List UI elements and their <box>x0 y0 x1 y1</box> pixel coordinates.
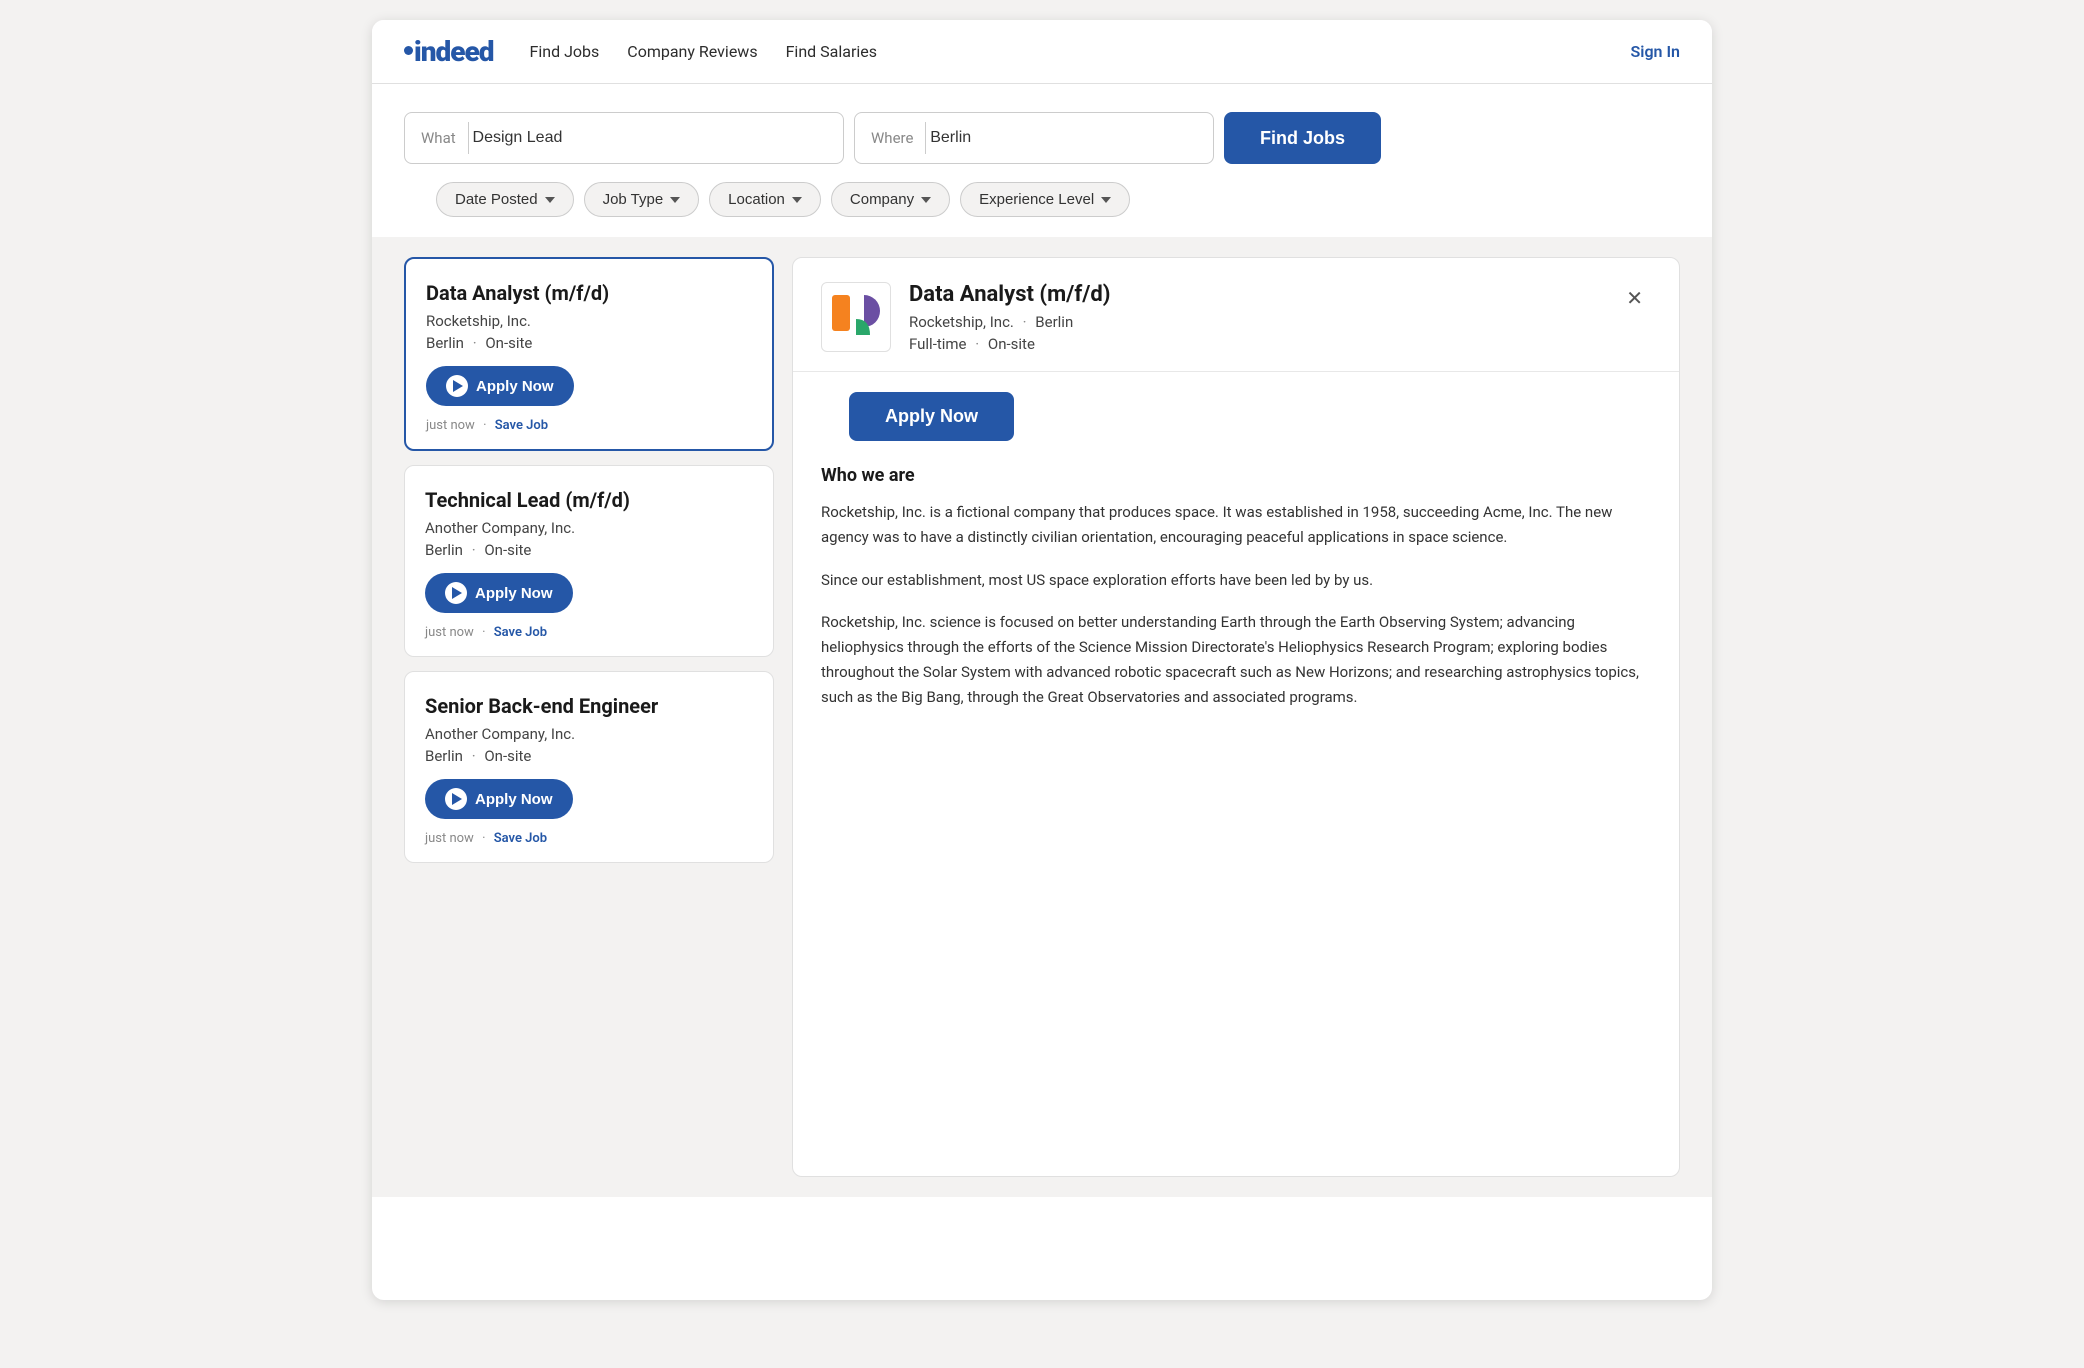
job-card-title-1: Data Analyst (m/f/d) <box>426 281 752 305</box>
apply-icon-2 <box>445 582 467 604</box>
date-posted-label: Date Posted <box>455 191 538 208</box>
search-divider-2 <box>925 122 926 154</box>
where-search-box: Where <box>854 112 1214 164</box>
apply-label-3: Apply Now <box>475 791 553 808</box>
job-card-location-3: Berlin · On-site <box>425 747 753 765</box>
what-input[interactable] <box>473 129 827 147</box>
filter-row: Date Posted Job Type Location Company Ex… <box>404 182 1680 237</box>
company-filter[interactable]: Company <box>831 182 950 217</box>
close-detail-button[interactable]: ✕ <box>1618 282 1651 315</box>
location-filter[interactable]: Location <box>709 182 821 217</box>
apply-now-button-3[interactable]: Apply Now <box>425 779 573 819</box>
job-detail-info: Data Analyst (m/f/d) Rocketship, Inc. · … <box>909 282 1110 353</box>
who-we-are-title: Who we are <box>821 465 1651 486</box>
job-type-filter[interactable]: Job Type <box>584 182 700 217</box>
what-search-box: What <box>404 112 844 164</box>
find-jobs-nav-link[interactable]: Find Jobs <box>530 42 600 61</box>
company-reviews-nav-link[interactable]: Company Reviews <box>627 42 757 61</box>
where-input[interactable] <box>930 129 1197 147</box>
job-detail-header: Data Analyst (m/f/d) Rocketship, Inc. · … <box>793 258 1679 372</box>
job-card-company-3: Another Company, Inc. <box>425 725 753 743</box>
job-detail-company: Rocketship, Inc. · Berlin <box>909 313 1110 331</box>
search-row: What Where Find Jobs <box>404 112 1680 164</box>
job-card-location-2: Berlin · On-site <box>425 541 753 559</box>
job-card-meta-3: just now · Save Job <box>425 831 753 846</box>
save-job-link-3[interactable]: Save Job <box>494 831 547 846</box>
apply-now-big-button[interactable]: Apply Now <box>849 392 1014 441</box>
company-label: Company <box>850 191 914 208</box>
apply-label-2: Apply Now <box>475 585 553 602</box>
job-card-location-1: Berlin · On-site <box>426 334 752 352</box>
where-label: Where <box>871 129 913 147</box>
search-divider <box>468 122 469 154</box>
chevron-down-icon-2 <box>670 197 680 203</box>
who-we-are-paragraph-3: Rocketship, Inc. science is focused on b… <box>821 610 1651 709</box>
apply-icon-1 <box>446 375 468 397</box>
location-label: Location <box>728 191 785 208</box>
job-detail-body: Who we are Rocketship, Inc. is a fiction… <box>793 441 1679 1176</box>
job-detail-title: Data Analyst (m/f/d) <box>909 282 1110 307</box>
experience-level-filter[interactable]: Experience Level <box>960 182 1130 217</box>
date-posted-filter[interactable]: Date Posted <box>436 182 574 217</box>
nav-links: Find Jobs Company Reviews Find Salaries <box>530 42 1631 61</box>
job-card-title-3: Senior Back-end Engineer <box>425 694 753 718</box>
sign-in-link[interactable]: Sign In <box>1631 42 1680 61</box>
experience-level-label: Experience Level <box>979 191 1094 208</box>
apply-now-button-1[interactable]: Apply Now <box>426 366 574 406</box>
job-card-title-2: Technical Lead (m/f/d) <box>425 488 753 512</box>
company-logo <box>821 282 891 352</box>
search-section: What Where Find Jobs Date Posted Job Typ… <box>372 84 1712 237</box>
who-we-are-paragraph-1: Rocketship, Inc. is a fictional company … <box>821 500 1651 550</box>
job-card-2[interactable]: Technical Lead (m/f/d) Another Company, … <box>404 465 774 657</box>
find-jobs-button[interactable]: Find Jobs <box>1224 112 1381 164</box>
apply-label-1: Apply Now <box>476 378 554 395</box>
chevron-down-icon-4 <box>921 197 931 203</box>
chevron-down-icon-3 <box>792 197 802 203</box>
job-detail-panel: Data Analyst (m/f/d) Rocketship, Inc. · … <box>792 257 1680 1177</box>
job-type-label: Job Type <box>603 191 664 208</box>
chevron-down-icon <box>545 197 555 203</box>
main-content: Data Analyst (m/f/d) Rocketship, Inc. Be… <box>372 237 1712 1197</box>
company-logo-svg <box>826 287 886 347</box>
apply-now-button-2[interactable]: Apply Now <box>425 573 573 613</box>
job-list: Data Analyst (m/f/d) Rocketship, Inc. Be… <box>404 257 774 1177</box>
job-detail-tags: Full-time · On-site <box>909 335 1110 353</box>
job-card-meta-1: just now · Save Job <box>426 418 752 433</box>
who-we-are-paragraph-2: Since our establishment, most US space e… <box>821 568 1651 593</box>
job-card-meta-2: just now · Save Job <box>425 625 753 640</box>
job-card-1[interactable]: Data Analyst (m/f/d) Rocketship, Inc. Be… <box>404 257 774 451</box>
navbar: indeed Find Jobs Company Reviews Find Sa… <box>372 20 1712 84</box>
chevron-down-icon-5 <box>1101 197 1111 203</box>
save-job-link-1[interactable]: Save Job <box>495 418 548 433</box>
save-job-link-2[interactable]: Save Job <box>494 625 547 640</box>
job-card-company-2: Another Company, Inc. <box>425 519 753 537</box>
logo-text: indeed <box>414 35 494 68</box>
indeed-logo[interactable]: indeed <box>404 35 494 68</box>
job-detail-logo-area: Data Analyst (m/f/d) Rocketship, Inc. · … <box>821 282 1110 353</box>
job-card-3[interactable]: Senior Back-end Engineer Another Company… <box>404 671 774 863</box>
find-salaries-nav-link[interactable]: Find Salaries <box>786 42 877 61</box>
apply-icon-3 <box>445 788 467 810</box>
logo-dot <box>404 46 413 55</box>
job-card-company-1: Rocketship, Inc. <box>426 312 752 330</box>
what-label: What <box>421 129 456 147</box>
apply-section: Apply Now <box>793 372 1679 441</box>
